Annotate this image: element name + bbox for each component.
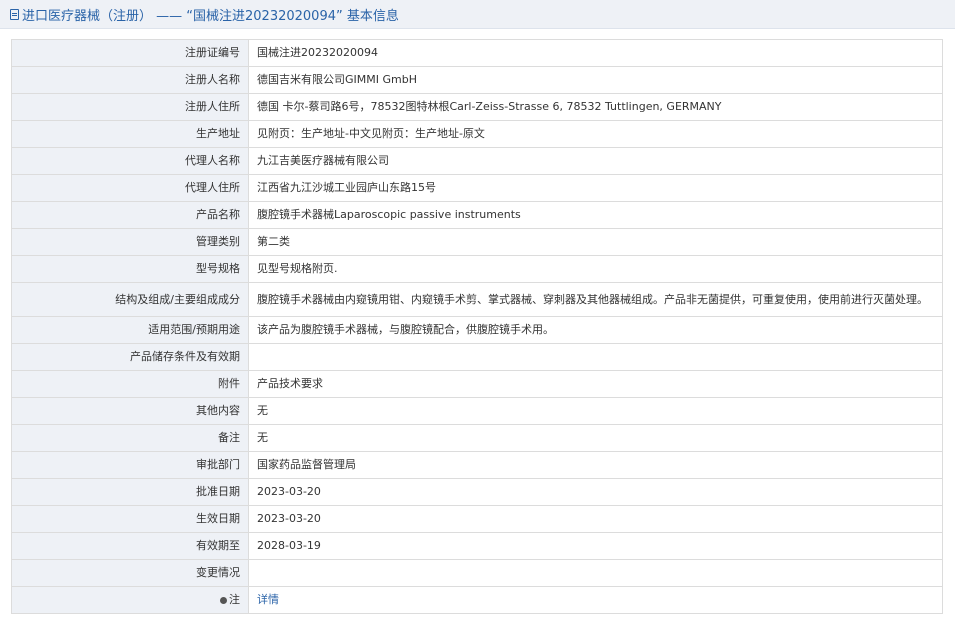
row-label: 有效期至	[11, 532, 249, 560]
row-label: 生效日期	[11, 505, 249, 533]
table-row: 代理人名称 九江吉美医疗器械有限公司	[11, 147, 943, 175]
row-value: 2028-03-19	[248, 532, 943, 560]
row-value: 九江吉美医疗器械有限公司	[248, 147, 943, 175]
table-row: 注册人名称 德国吉米有限公司GIMMI GmbH	[11, 66, 943, 94]
info-table-wrapper: 注册证编号 国械注进20232020094 注册人名称 德国吉米有限公司GIMMI G…	[0, 29, 955, 614]
row-label: 代理人名称	[11, 147, 249, 175]
table-row: 注 详情	[11, 586, 943, 614]
row-label: 注册证编号	[11, 39, 249, 67]
row-label: 产品储存条件及有效期	[11, 343, 249, 371]
table-row: 有效期至 2028-03-19	[11, 532, 943, 560]
table-row: 代理人住所 江西省九江沙城工业园庐山东路15号	[11, 174, 943, 202]
table-row: 注册证编号 国械注进20232020094	[11, 39, 943, 67]
row-label: 注册人住所	[11, 93, 249, 121]
row-value: 德国 卡尔-蔡司路6号，78532图特林根Carl-Zeiss-Strasse …	[248, 93, 943, 121]
row-label: 备注	[11, 424, 249, 452]
row-value: 德国吉米有限公司GIMMI GmbH	[248, 66, 943, 94]
table-row: 批准日期 2023-03-20	[11, 478, 943, 506]
table-row: 适用范围/预期用途 该产品为腹腔镜手术器械，与腹腔镜配合，供腹腔镜手术用。	[11, 316, 943, 344]
table-row: 型号规格 见型号规格附页.	[11, 255, 943, 283]
row-label: 管理类别	[11, 228, 249, 256]
row-value: 国家药品监督管理局	[248, 451, 943, 479]
row-label: 其他内容	[11, 397, 249, 425]
row-value: 详情	[248, 586, 943, 614]
row-value: 腹腔镜手术器械Laparoscopic passive instruments	[248, 201, 943, 229]
row-label: 变更情况	[11, 559, 249, 587]
table-row: 审批部门 国家药品监督管理局	[11, 451, 943, 479]
row-label: 批准日期	[11, 478, 249, 506]
page-title: 进口医疗器械（注册） —— “国械注进20232020094” 基本信息	[22, 8, 399, 24]
table-row: 结构及组成/主要组成成分 腹腔镜手术器械由内窥镜用钳、内窥镜手术剪、掌式器械、穿刺…	[11, 282, 943, 317]
table-row: 生产地址 见附页：生产地址-中文见附页：生产地址-原文	[11, 120, 943, 148]
page-header: 进口医疗器械（注册） —— “国械注进20232020094” 基本信息	[0, 0, 955, 29]
document-icon	[10, 8, 19, 20]
row-value	[248, 343, 943, 371]
row-value: 国械注进20232020094	[248, 39, 943, 67]
info-table: 注册证编号 国械注进20232020094 注册人名称 德国吉米有限公司GIMMI G…	[11, 39, 943, 614]
row-label: 产品名称	[11, 201, 249, 229]
row-label: 注册人名称	[11, 66, 249, 94]
row-label: 结构及组成/主要组成成分	[11, 282, 249, 317]
row-value: 无	[248, 397, 943, 425]
row-label: 注	[11, 586, 249, 614]
row-value: 产品技术要求	[248, 370, 943, 398]
detail-link[interactable]: 详情	[257, 593, 279, 606]
table-row: 管理类别 第二类	[11, 228, 943, 256]
row-value: 腹腔镜手术器械由内窥镜用钳、内窥镜手术剪、掌式器械、穿刺器及其他器械组成。产品非…	[248, 282, 943, 317]
table-row: 产品名称 腹腔镜手术器械Laparoscopic passive instrume…	[11, 201, 943, 229]
row-value: 2023-03-20	[248, 505, 943, 533]
row-value: 江西省九江沙城工业园庐山东路15号	[248, 174, 943, 202]
table-row: 附件 产品技术要求	[11, 370, 943, 398]
row-label: 附件	[11, 370, 249, 398]
row-value	[248, 559, 943, 587]
row-label: 审批部门	[11, 451, 249, 479]
row-label: 适用范围/预期用途	[11, 316, 249, 344]
table-row: 备注无	[11, 424, 943, 452]
row-value: 见附页：生产地址-中文见附页：生产地址-原文	[248, 120, 943, 148]
table-row: 变更情况	[11, 559, 943, 587]
row-value: 见型号规格附页.	[248, 255, 943, 283]
row-label: 代理人住所	[11, 174, 249, 202]
row-value: 2023-03-20	[248, 478, 943, 506]
row-value: 第二类	[248, 228, 943, 256]
row-value: 无	[248, 424, 943, 452]
table-row: 其他内容无	[11, 397, 943, 425]
table-row: 注册人住所 德国 卡尔-蔡司路6号，78532图特林根Carl-Zeiss-Str…	[11, 93, 943, 121]
row-label: 型号规格	[11, 255, 249, 283]
table-row: 生效日期 2023-03-20	[11, 505, 943, 533]
table-row: 产品储存条件及有效期	[11, 343, 943, 371]
row-label: 生产地址	[11, 120, 249, 148]
row-value: 该产品为腹腔镜手术器械，与腹腔镜配合，供腹腔镜手术用。	[248, 316, 943, 344]
note-icon	[220, 597, 227, 604]
